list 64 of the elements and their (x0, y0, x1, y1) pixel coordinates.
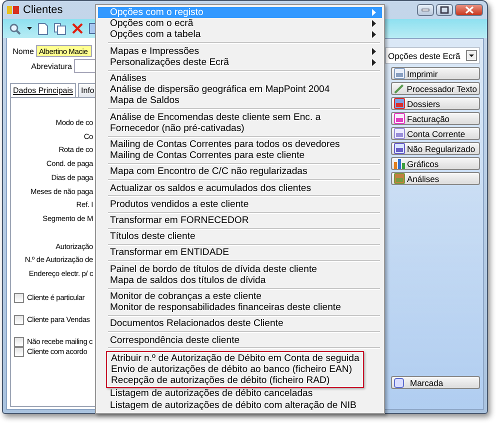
checkbox[interactable] (14, 346, 24, 357)
menu-item[interactable]: Envio de autorizações de débito ao banco (ficheiro EAN) (108, 364, 362, 376)
search-icon[interactable] (9, 22, 21, 34)
bar-chart-icon (394, 158, 405, 169)
menu-item[interactable]: Mailing de Contas Correntes para este cliente (98, 150, 382, 162)
menu-item[interactable]: Correspondência deste cliente (98, 334, 382, 346)
panel-button[interactable]: Processador Texto (391, 82, 480, 95)
menu-item[interactable]: Análise de Encomendas deste cliente sem Enc. a Fornecedor (não pré-cativadas) (98, 112, 382, 134)
panel-button[interactable]: Não Regularizado (391, 142, 480, 155)
menu-item[interactable]: Produtos vendidos a este cliente (98, 198, 382, 210)
tab[interactable]: Dados Principais (10, 83, 76, 97)
app-icon (7, 5, 19, 15)
menu-item[interactable]: Mapas e Impressões (98, 46, 382, 57)
menu-item[interactable]: Mapa de saldos dos títulos de dívida (98, 274, 382, 286)
panel-button[interactable]: Facturação (391, 112, 480, 125)
menu-item[interactable]: Transformar em FORNECEDOR (98, 215, 382, 226)
close-button[interactable] (455, 4, 483, 16)
menu-item[interactable]: Listagem de autorizações de débito canceladas (98, 388, 382, 400)
delete-icon[interactable] (72, 23, 83, 34)
checkbox[interactable] (14, 336, 24, 347)
options-dropdown[interactable]: Opções deste Ecrã (385, 47, 480, 64)
menu-item[interactable]: Mapa com Encontro de C/C não regularizadas (98, 166, 382, 178)
maximize-button[interactable] (436, 4, 453, 16)
menu-item[interactable]: Atribuir n.º de Autorização de Débito em Conta de seguida (108, 352, 362, 364)
menu-item[interactable]: Recepção de autorizações de débito (ficheiro RAD) (108, 375, 362, 386)
menu-item[interactable]: Documentos Relacionados deste Cliente (98, 318, 382, 330)
menu-item[interactable]: Transformar em ENTIDADE (98, 247, 382, 259)
minimize-button[interactable] (417, 4, 434, 16)
copy-icon[interactable] (54, 22, 66, 34)
panel-button[interactable]: Imprimir (391, 67, 480, 80)
menu-item[interactable]: Análise de dispersão geográfica em MapPoint 2004 (98, 84, 382, 96)
checkbox[interactable] (14, 314, 24, 325)
menu-item[interactable]: Opções com a tabela (98, 29, 382, 41)
maximize-icon (440, 6, 449, 14)
menu-item[interactable]: Monitor de cobranças a este cliente (98, 291, 382, 302)
square-icon (394, 378, 404, 388)
menu-item[interactable]: Listagem de autorizações de débito com alteração de NIB (98, 400, 382, 411)
panel-button[interactable]: Conta Corrente (391, 127, 480, 140)
menu-item[interactable]: Actualizar os saldos e acumulados dos clientes (98, 182, 382, 194)
checkbox[interactable] (14, 292, 24, 303)
panel-button[interactable]: Dossiers (391, 97, 480, 110)
caret-icon[interactable] (27, 26, 32, 30)
minimize-icon (421, 8, 430, 12)
close-icon (464, 6, 474, 14)
menu-item[interactable]: Personalizações deste Ecrã (98, 56, 382, 68)
menu-item[interactable]: Mailing de Contas Correntes para todos os devedores (98, 139, 382, 150)
frame-icon (394, 113, 405, 124)
menu-item[interactable]: Monitor de responsabilidades financeiras deste cliente (98, 302, 382, 314)
pen-icon (394, 83, 405, 94)
menu-item[interactable]: Mapa de Saldos (98, 95, 382, 107)
marked-button[interactable]: Marcada (391, 376, 480, 389)
panel-button[interactable]: Gráficos (391, 157, 480, 170)
menu-item[interactable]: Títulos deste cliente (98, 231, 382, 242)
document-icon (394, 143, 405, 154)
menu-item[interactable]: Análises (98, 73, 382, 84)
menu-item[interactable]: Painel de bordo de títulos de dívida deste cliente (98, 264, 382, 275)
window-title: Clientes (23, 4, 63, 16)
abbreviation-label: Abreviatura (30, 62, 73, 70)
panel-button[interactable]: Análises (391, 172, 480, 185)
tab[interactable]: Info (78, 83, 98, 97)
new-document-icon[interactable] (38, 22, 48, 34)
document-icon (394, 128, 405, 139)
name-label: Nome (12, 46, 35, 56)
menu-item[interactable]: Opções com o ecrã (98, 18, 382, 30)
